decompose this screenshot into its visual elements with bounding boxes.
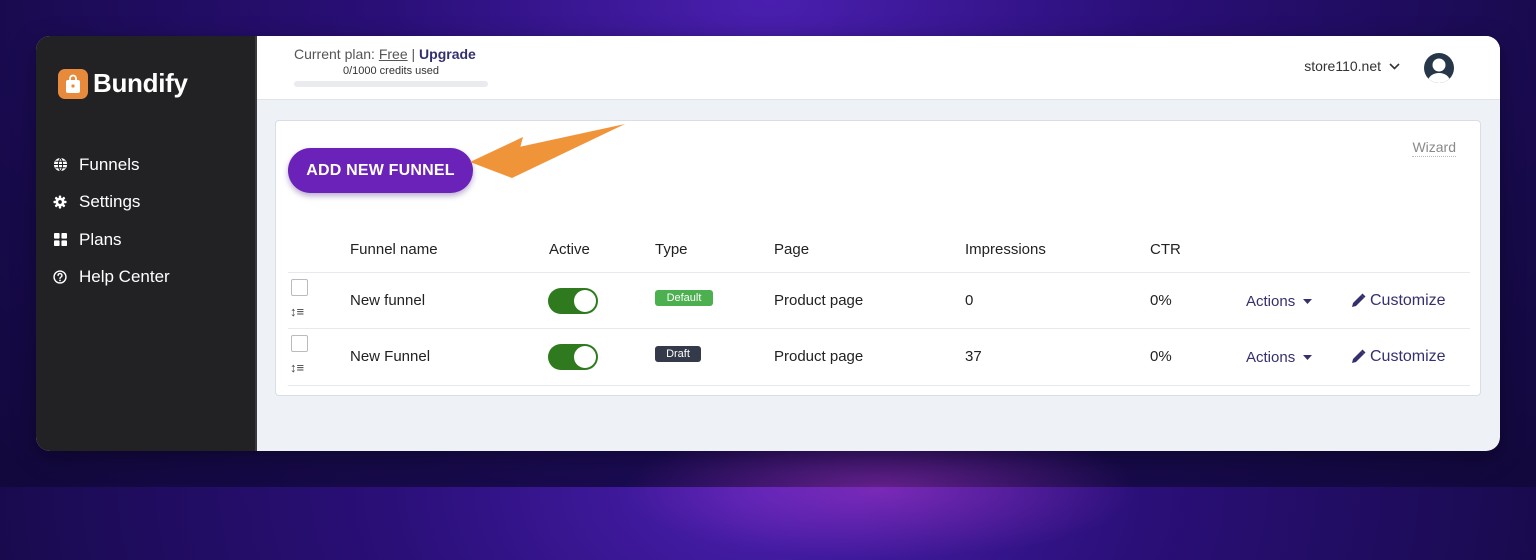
- plan-name-link[interactable]: Free: [379, 46, 408, 62]
- add-new-funnel-button[interactable]: ADD NEW FUNNEL: [288, 148, 473, 193]
- toggle-knob: [574, 290, 596, 312]
- customize-button[interactable]: Customize: [1350, 292, 1446, 310]
- impressions-value: 37: [965, 348, 982, 365]
- sort-handle-icon[interactable]: ↕≡: [290, 304, 304, 319]
- funnels-card: ADD NEW FUNNEL Wizard Funnel name Active…: [275, 120, 1481, 396]
- grid-icon: [52, 232, 68, 248]
- column-header: Active: [549, 241, 590, 258]
- active-toggle[interactable]: [548, 288, 598, 314]
- ctr-value: 0%: [1150, 348, 1172, 365]
- user-avatar-icon[interactable]: [1424, 53, 1454, 83]
- sidebar-item-plans[interactable]: Plans: [52, 221, 170, 259]
- plan-separator: |: [407, 46, 420, 62]
- sidebar-item-label: Funnels: [79, 154, 140, 174]
- customize-label: Customize: [1370, 292, 1446, 309]
- type-badge: Draft: [655, 346, 701, 362]
- column-header: Funnel name: [350, 241, 438, 258]
- store-selector[interactable]: store110.net: [1304, 58, 1400, 74]
- sidebar-item-label: Plans: [79, 229, 122, 249]
- sort-handle-icon[interactable]: ↕≡: [290, 360, 304, 375]
- plan-prefix: Current plan:: [294, 46, 379, 62]
- upgrade-link[interactable]: Upgrade: [419, 46, 476, 62]
- column-header: CTR: [1150, 241, 1181, 258]
- plan-info: Current plan: Free | Upgrade 0/1000 cred…: [294, 46, 488, 87]
- sidebar-item-funnels[interactable]: Funnels: [52, 146, 170, 184]
- question-circle-icon: [52, 269, 68, 285]
- credits-text: 0/1000 credits used: [342, 65, 439, 77]
- sidebar-item-label: Help Center: [79, 267, 170, 287]
- actions-label: Actions: [1246, 293, 1296, 310]
- row-checkbox[interactable]: [291, 335, 308, 352]
- toggle-knob: [574, 346, 596, 368]
- caret-down-icon: [1303, 355, 1313, 360]
- funnel-name[interactable]: New funnel: [350, 292, 425, 309]
- credits-progress-bar: [294, 81, 488, 87]
- plan-line: Current plan: Free | Upgrade: [294, 46, 488, 62]
- actions-label: Actions: [1246, 349, 1296, 366]
- sidebar: Bundify Funnels Settings Plans Help Cent…: [36, 36, 257, 451]
- column-header: Page: [774, 241, 810, 258]
- customize-button[interactable]: Customize: [1350, 348, 1446, 366]
- gear-icon: [52, 194, 68, 210]
- active-toggle[interactable]: [548, 344, 598, 370]
- logo[interactable]: Bundify: [58, 68, 188, 99]
- type-badge: Default: [655, 290, 713, 306]
- customize-label: Customize: [1370, 348, 1446, 365]
- chevron-down-icon: [1389, 62, 1400, 70]
- top-header: Current plan: Free | Upgrade 0/1000 cred…: [257, 36, 1500, 100]
- page-value: Product page: [774, 348, 864, 365]
- ctr-value: 0%: [1150, 292, 1172, 309]
- page-value: Product page: [774, 292, 864, 309]
- pencil-icon: [1350, 293, 1366, 309]
- actions-dropdown[interactable]: Actions: [1246, 349, 1313, 366]
- funnel-name[interactable]: New Funnel: [350, 348, 430, 365]
- sidebar-item-settings[interactable]: Settings: [52, 184, 170, 222]
- sidebar-item-help-center[interactable]: Help Center: [52, 259, 170, 297]
- app-window: Bundify Funnels Settings Plans Help Cent…: [36, 36, 1500, 451]
- wizard-link[interactable]: Wizard: [1412, 139, 1456, 157]
- column-header: Type: [655, 241, 688, 258]
- table-row: ↕≡ New Funnel Draft Product page 37 0% A…: [288, 328, 1470, 386]
- shopping-bag-icon: [58, 68, 88, 99]
- caret-down-icon: [1303, 299, 1313, 304]
- sidebar-item-label: Settings: [79, 192, 141, 212]
- actions-dropdown[interactable]: Actions: [1246, 293, 1313, 310]
- globe-icon: [52, 157, 68, 173]
- app-name: Bundify: [93, 68, 188, 98]
- pencil-icon: [1350, 349, 1366, 365]
- row-checkbox[interactable]: [291, 279, 308, 296]
- impressions-value: 0: [965, 292, 974, 309]
- table-row: ↕≡ New funnel Default Product page 0 0% …: [288, 272, 1470, 329]
- store-name: store110.net: [1304, 58, 1381, 74]
- sidebar-nav: Funnels Settings Plans Help Center: [52, 146, 170, 296]
- column-header: Impressions: [965, 241, 1046, 258]
